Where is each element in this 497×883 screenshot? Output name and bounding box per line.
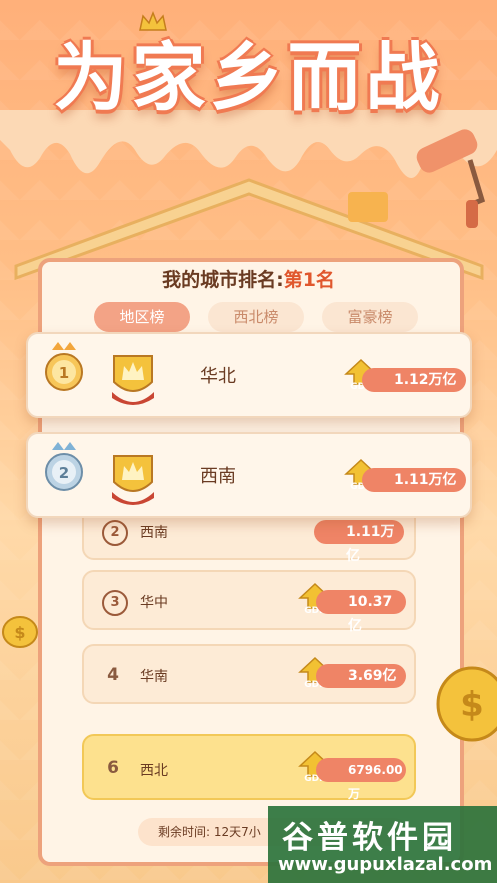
- city-name: 华北: [200, 366, 236, 387]
- crown-shield-icon: [112, 455, 154, 505]
- silver-medal-icon: 2: [45, 442, 83, 491]
- gold-medal-icon: 1: [45, 342, 83, 391]
- coin-icon: $: [436, 666, 497, 742]
- rank-value: 第1名: [283, 269, 335, 291]
- gdp-value: 10.37亿: [316, 590, 406, 634]
- top-card-1[interactable]: 1 华北 GDP 1.12万亿: [26, 332, 472, 418]
- city-name: 华南: [140, 669, 168, 685]
- page-title: 为家乡而战: [53, 35, 444, 121]
- svg-text:2: 2: [59, 464, 69, 482]
- gdp-value: 1.11万亿: [314, 520, 404, 564]
- watermark: 谷普软件园 www.gupuxlazal.com: [268, 806, 497, 883]
- tab-region[interactable]: 地区榜: [94, 302, 190, 332]
- city-name: 华中: [140, 595, 168, 611]
- city-name: 西南: [200, 466, 236, 487]
- tab-bar: 地区榜 西北榜 富豪榜: [94, 302, 418, 332]
- rank-number: 3: [102, 590, 128, 616]
- tab-northwest[interactable]: 西北榜: [208, 302, 304, 332]
- svg-text:$: $: [14, 623, 25, 642]
- gdp-value: 3.69亿: [316, 664, 406, 688]
- svg-text:$: $: [460, 685, 484, 725]
- rank-number: 6: [107, 758, 119, 778]
- top-card-2[interactable]: 2 西南 GDP 1.11万亿: [26, 432, 472, 518]
- crown-shield-icon: [112, 355, 154, 405]
- city-name: 西南: [140, 525, 168, 541]
- rank-prefix: 我的城市排名:: [162, 269, 284, 291]
- my-rank: 我的城市排名:第1名: [0, 265, 497, 292]
- rank-number: 4: [107, 665, 119, 685]
- svg-text:1: 1: [59, 364, 69, 382]
- gdp-value: 1.12万亿: [362, 368, 466, 392]
- city-name: 西北: [140, 763, 168, 779]
- gdp-value: 1.11万亿: [362, 468, 466, 492]
- gdp-value: 6796.00万: [316, 758, 406, 801]
- tab-rich[interactable]: 富豪榜: [322, 302, 418, 332]
- coin-icon: $: [2, 616, 38, 648]
- list-item[interactable]: 3 华中 GDP 10.37亿: [82, 570, 416, 634]
- watermark-url: www.gupuxlazal.com: [278, 854, 493, 875]
- watermark-title: 谷普软件园: [282, 820, 457, 856]
- list-item[interactable]: 4 华南 GDP 3.69亿: [82, 644, 416, 704]
- rank-number: 2: [102, 520, 128, 546]
- list-item-self[interactable]: 6 西北 GDP 6796.00万: [82, 734, 416, 801]
